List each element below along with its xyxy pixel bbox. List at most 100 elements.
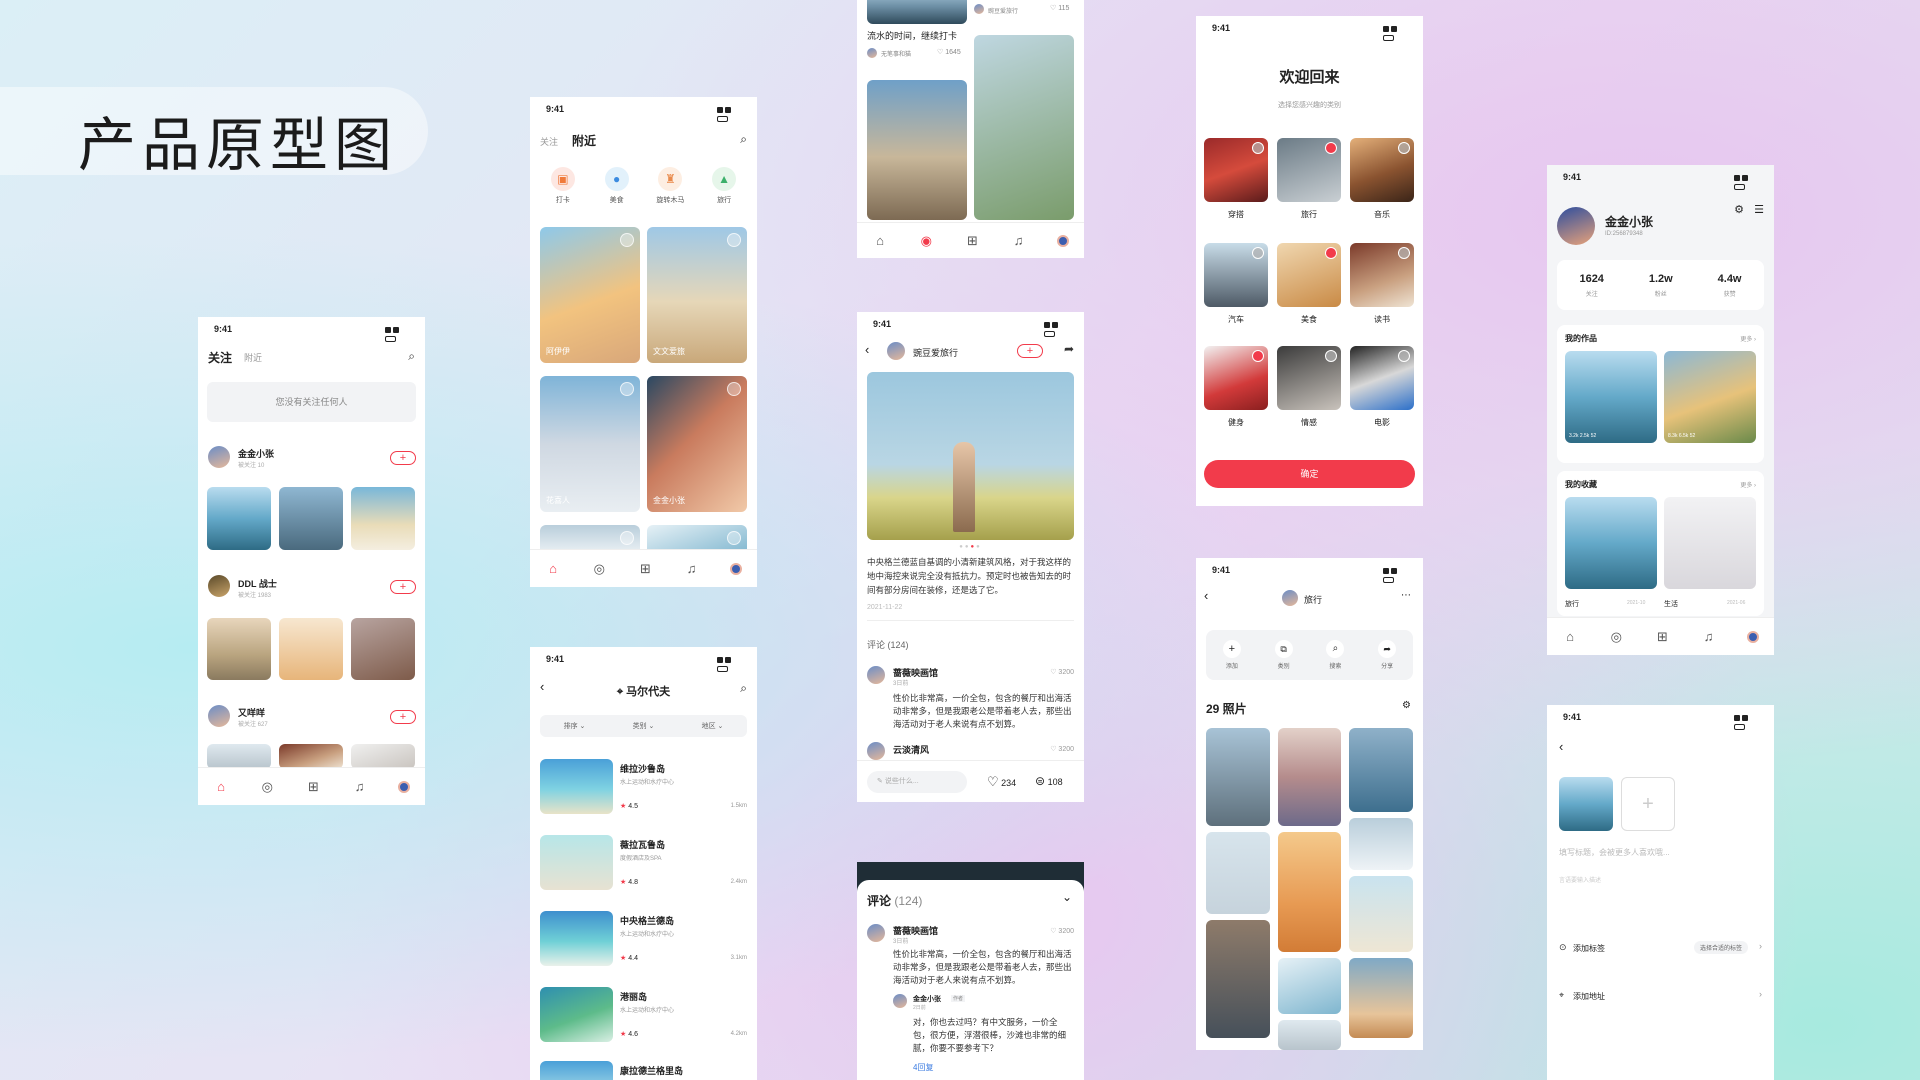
bell-icon[interactable]: ♫ [1011, 233, 1027, 249]
photo-thumb[interactable] [1278, 728, 1341, 826]
selected-photo[interactable] [1559, 777, 1613, 831]
check-icon[interactable] [1325, 142, 1337, 154]
add-action[interactable]: + 添加 [1222, 640, 1241, 670]
avatar[interactable] [867, 742, 885, 760]
work-thumb[interactable]: 3.2k 2.5k 52 [1565, 351, 1657, 443]
stat-following[interactable]: 1624 关注 [1579, 273, 1603, 298]
feed-card[interactable]: 阿伊伊 [540, 227, 640, 363]
heart-icon[interactable] [620, 233, 634, 247]
destination-thumb[interactable] [540, 1061, 613, 1080]
comment-like[interactable]: ♡ 3200 [1050, 745, 1074, 753]
check-icon[interactable] [1252, 142, 1264, 154]
destination-name[interactable]: 维拉沙鲁岛 [620, 762, 665, 775]
search-action[interactable]: ⌕ 搜索 [1326, 640, 1345, 670]
category-card[interactable] [1277, 346, 1341, 410]
add-icon[interactable]: ⊞ [964, 233, 980, 249]
title-input[interactable]: 填写标题，会被更多人喜欢哦... [1559, 847, 1670, 858]
stat-likes[interactable]: 4.4w 获赞 [1718, 273, 1742, 298]
category-item[interactable]: ♜ 旋转木马 [650, 167, 690, 205]
search-icon[interactable]: ⌕ [740, 132, 747, 147]
add-tag-row[interactable]: ⊙ 添加标签 选择合适的标签 › [1559, 941, 1762, 961]
comment-button[interactable]: ⊜ 108 [1035, 774, 1063, 788]
category-card[interactable] [1204, 138, 1268, 202]
user-name[interactable]: 又咩咩 [238, 706, 265, 719]
avatar[interactable] [887, 342, 905, 360]
post-thumb[interactable] [207, 618, 271, 680]
avatar[interactable] [867, 666, 885, 684]
feed-card[interactable]: 花喜人 [540, 376, 640, 512]
photo-thumb[interactable] [1278, 1020, 1341, 1050]
work-thumb[interactable]: 8.3k 6.5k 52 [1664, 351, 1756, 443]
compass-icon[interactable]: ◎ [1608, 629, 1624, 645]
check-icon[interactable] [1325, 350, 1337, 362]
add-icon[interactable]: ⊞ [1654, 629, 1670, 645]
post-thumb[interactable] [279, 487, 343, 550]
add-icon[interactable]: ⊞ [305, 779, 321, 795]
more-replies-link[interactable]: 4回复 [913, 1062, 933, 1073]
check-icon[interactable] [1252, 350, 1264, 362]
comment-like[interactable]: ♡ 3200 [1050, 668, 1074, 676]
compass-icon[interactable]: ◎ [591, 561, 607, 577]
avatar[interactable] [893, 994, 907, 1008]
post-thumb[interactable] [207, 487, 271, 550]
compass-icon[interactable]: ◎ [259, 779, 275, 795]
back-icon[interactable]: ‹ [1204, 588, 1208, 603]
profile-avatar[interactable] [1557, 207, 1595, 245]
category-card[interactable] [1277, 138, 1341, 202]
user-name[interactable]: 金金小张 [238, 447, 274, 460]
feed-card[interactable] [867, 80, 967, 220]
share-icon[interactable]: ➦ [1064, 342, 1074, 356]
heart-icon[interactable] [620, 531, 634, 545]
avatar[interactable] [208, 446, 230, 468]
like-count[interactable]: ♡ 115 [1050, 4, 1069, 12]
heart-icon[interactable] [620, 382, 634, 396]
photo-thumb[interactable] [1206, 728, 1270, 826]
home-icon[interactable]: ⌂ [872, 233, 888, 249]
category-card[interactable] [1277, 243, 1341, 307]
destination-name[interactable]: 康拉德兰格里岛 [620, 1064, 683, 1077]
check-icon[interactable] [1398, 142, 1410, 154]
like-count[interactable]: ♡ 1645 [937, 48, 961, 56]
body-input[interactable]: 言语要输入描述 [1559, 875, 1601, 884]
tab-follow[interactable]: 关注 [208, 349, 232, 366]
avatar[interactable] [867, 924, 885, 942]
post-thumb[interactable] [279, 744, 343, 769]
photo-thumb[interactable] [1206, 832, 1270, 914]
like-button[interactable]: ♡ 234 [987, 774, 1016, 790]
tab-follow[interactable]: 关注 [540, 135, 558, 148]
search-icon[interactable]: ⌕ [408, 349, 415, 364]
avatar[interactable] [1282, 590, 1298, 606]
profile-avatar-icon[interactable] [729, 562, 742, 575]
destination-thumb[interactable] [540, 759, 613, 814]
menu-icon[interactable]: ☰ [1754, 203, 1764, 216]
confirm-button[interactable]: 确定 [1204, 460, 1415, 488]
avatar[interactable] [974, 4, 984, 14]
bell-icon[interactable]: ♫ [684, 561, 700, 577]
feed-card[interactable] [867, 0, 967, 24]
home-icon[interactable]: ⌂ [1562, 629, 1578, 645]
follow-button[interactable]: + [1017, 344, 1043, 358]
check-icon[interactable] [1325, 247, 1337, 259]
sort-filter[interactable]: 排序 ⌄ [564, 721, 586, 731]
post-thumb[interactable] [279, 618, 343, 680]
category-card[interactable] [1350, 346, 1414, 410]
bell-icon[interactable]: ♫ [352, 779, 368, 795]
home-icon[interactable]: ⌂ [213, 779, 229, 795]
destination-name[interactable]: 港丽岛 [620, 990, 647, 1003]
destination-thumb[interactable] [540, 987, 613, 1042]
comment-like[interactable]: ♡ 3200 [1050, 927, 1074, 935]
favorite-album[interactable] [1664, 497, 1756, 589]
category-item[interactable]: ▣ 打卡 [543, 167, 583, 205]
add-photo-button[interactable]: + [1621, 777, 1675, 831]
user-name[interactable]: DDL 战士 [238, 577, 277, 590]
destination-thumb[interactable] [540, 835, 613, 890]
bell-icon[interactable]: ♫ [1701, 629, 1717, 645]
category-card[interactable] [1350, 243, 1414, 307]
photo-thumb[interactable] [1278, 832, 1341, 952]
reply-author[interactable]: 金金小张 [913, 994, 941, 1004]
compass-icon[interactable]: ◉ [918, 233, 934, 249]
settings-icon[interactable]: ⚙ [1734, 203, 1744, 216]
share-action[interactable]: ➦ 分享 [1378, 640, 1397, 670]
region-filter[interactable]: 地区 ⌄ [702, 721, 724, 731]
check-icon[interactable] [1252, 247, 1264, 259]
